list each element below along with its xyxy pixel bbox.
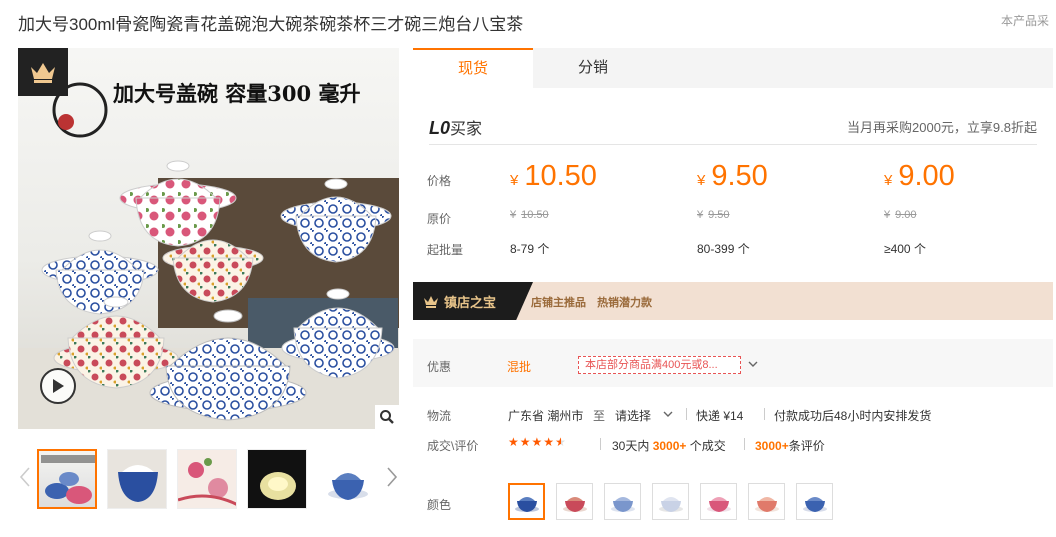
thumbnail-5[interactable] <box>317 449 377 509</box>
banner-badge: 镇店之宝 <box>413 282 533 320</box>
main-product-image[interactable]: 加大号盖碗 容量300 毫升 <box>18 48 399 429</box>
tier-price-value: 9.50 <box>711 160 768 192</box>
deals-number: 3000+ <box>652 439 687 453</box>
product-title: 加大号300ml骨瓷陶瓷青花盖碗泡大碗茶碗茶杯三才碗三炮台八宝茶 <box>18 15 524 34</box>
thumbnail-4[interactable] <box>247 449 307 509</box>
play-video-button[interactable] <box>40 368 76 404</box>
thumb-next-arrow[interactable] <box>385 466 399 488</box>
currency-symbol: ¥ <box>697 172 706 189</box>
banner-tag: 店铺主推品 <box>531 297 586 309</box>
star-icon: ★ <box>508 435 520 449</box>
play-icon <box>53 379 64 393</box>
color-swatch[interactable] <box>796 483 833 520</box>
tier-moq: 80-399 个 <box>697 242 750 256</box>
currency-symbol: ¥ <box>884 172 893 189</box>
promotion-type: 混批 <box>507 360 532 374</box>
moq-label: 起批量 <box>427 243 464 257</box>
promotion-coupon-tag[interactable]: 本店部分商品满400元或8... <box>578 356 741 374</box>
promotion-label: 优惠 <box>427 360 452 374</box>
tier-original-value: 9.00 <box>895 209 917 221</box>
currency-symbol: ¥ <box>884 209 891 221</box>
shipping-origin: 广东省 潮州市 <box>508 409 584 423</box>
promotion-panel: 优惠 混批 本店部分商品满400元或8... <box>413 339 1053 387</box>
color-swatch[interactable] <box>700 483 737 520</box>
review-count[interactable]: 3000+条评价 <box>755 437 825 454</box>
color-swatch[interactable] <box>508 483 545 520</box>
currency-symbol: ¥ <box>697 209 704 221</box>
color-swatch[interactable] <box>604 483 641 520</box>
dispatch-time: 付款成功后48小时内安排发货 <box>774 409 932 423</box>
deals-count[interactable]: 30天内 3000+ 个成交 <box>612 437 726 454</box>
tab-distribution[interactable]: 分销 <box>533 48 653 88</box>
divider <box>600 438 601 450</box>
image-headline: 加大号盖碗 容量300 毫升 <box>113 81 361 106</box>
logistics-label: 物流 <box>427 409 452 423</box>
thumbnail-2[interactable] <box>107 449 167 509</box>
color-swatch[interactable] <box>748 483 785 520</box>
chevron-down-icon[interactable] <box>747 358 759 370</box>
store-treasure-banner: 镇店之宝 店铺主推品 热销潜力款 <box>413 282 1053 320</box>
deals-reviews-label: 成交\评价 <box>427 439 479 453</box>
currency-symbol: ¥ <box>510 209 517 221</box>
destination-select[interactable]: 请选择 <box>615 407 651 424</box>
buyer-level-label: 买家 <box>450 121 483 138</box>
thumbnail-strip <box>18 446 399 512</box>
half-star-icon: ★ <box>555 435 567 449</box>
tier-original-value: 9.50 <box>708 209 730 221</box>
star-icon: ★ <box>519 435 532 449</box>
crown-icon <box>18 48 68 96</box>
color-swatch[interactable] <box>652 483 689 520</box>
tier-price: ¥9.00 <box>884 160 955 193</box>
tab-in-stock[interactable]: 现货 <box>413 48 533 88</box>
review-suffix: 条评价 <box>788 439 825 453</box>
color-label: 颜色 <box>427 498 452 512</box>
original-price-label: 原价 <box>427 212 452 226</box>
thumbnail-1[interactable] <box>37 449 97 509</box>
tier-moq: ≥400 个 <box>884 242 926 256</box>
rating-stars[interactable]: ★★★★★ <box>508 435 567 449</box>
divider <box>744 438 745 450</box>
tier-original-price: ¥10.50 <box>510 209 549 221</box>
price-label: 价格 <box>427 174 452 188</box>
price-panel: L0买家 当月再采购2000元，立享9.8折起 价格 原价 起批量 ¥10.50… <box>413 88 1053 278</box>
tier-original-value: 10.50 <box>521 209 549 221</box>
review-number: 3000+ <box>755 439 789 453</box>
star-icon: ★ <box>543 435 556 449</box>
color-swatch[interactable] <box>556 483 593 520</box>
tier-original-price: ¥9.00 <box>884 209 917 221</box>
star-icon: ★ <box>531 435 544 449</box>
divider <box>429 144 1037 145</box>
express-fee: 快递 ¥14 <box>696 409 744 423</box>
tier-price-value: 9.00 <box>898 160 955 192</box>
tier-price: ¥10.50 <box>510 160 597 193</box>
banner-title: 镇店之宝 <box>444 294 497 310</box>
buyer-level: L0买家 <box>429 115 482 139</box>
tier-original-price: ¥9.50 <box>697 209 730 221</box>
shipping-to: 至 <box>593 409 606 423</box>
tier-price: ¥9.50 <box>697 160 768 193</box>
buyer-level-badge: L0 <box>429 118 451 138</box>
deals-period: 30天内 <box>612 439 650 453</box>
banner-tags: 店铺主推品 热销潜力款 <box>531 294 660 310</box>
currency-symbol: ¥ <box>510 172 519 189</box>
divider <box>764 408 765 420</box>
banner-tag: 热销潜力款 <box>597 297 653 309</box>
deals-suffix: 个成交 <box>689 439 726 453</box>
thumb-prev-arrow[interactable] <box>18 466 32 488</box>
notice-text: 本产品采 <box>1001 14 1050 28</box>
crown-icon <box>424 296 438 308</box>
zoom-icon[interactable] <box>375 405 399 429</box>
chevron-down-icon[interactable] <box>662 408 674 420</box>
sales-mode-tabs: 现货 分销 <box>413 48 1053 88</box>
tier-moq: 8-79 个 <box>510 242 550 256</box>
tier-price-value: 10.50 <box>524 160 597 192</box>
repurchase-discount-note: 当月再采购2000元，立享9.8折起 <box>847 120 1037 135</box>
thumbnail-3[interactable] <box>177 449 237 509</box>
divider <box>686 408 687 420</box>
